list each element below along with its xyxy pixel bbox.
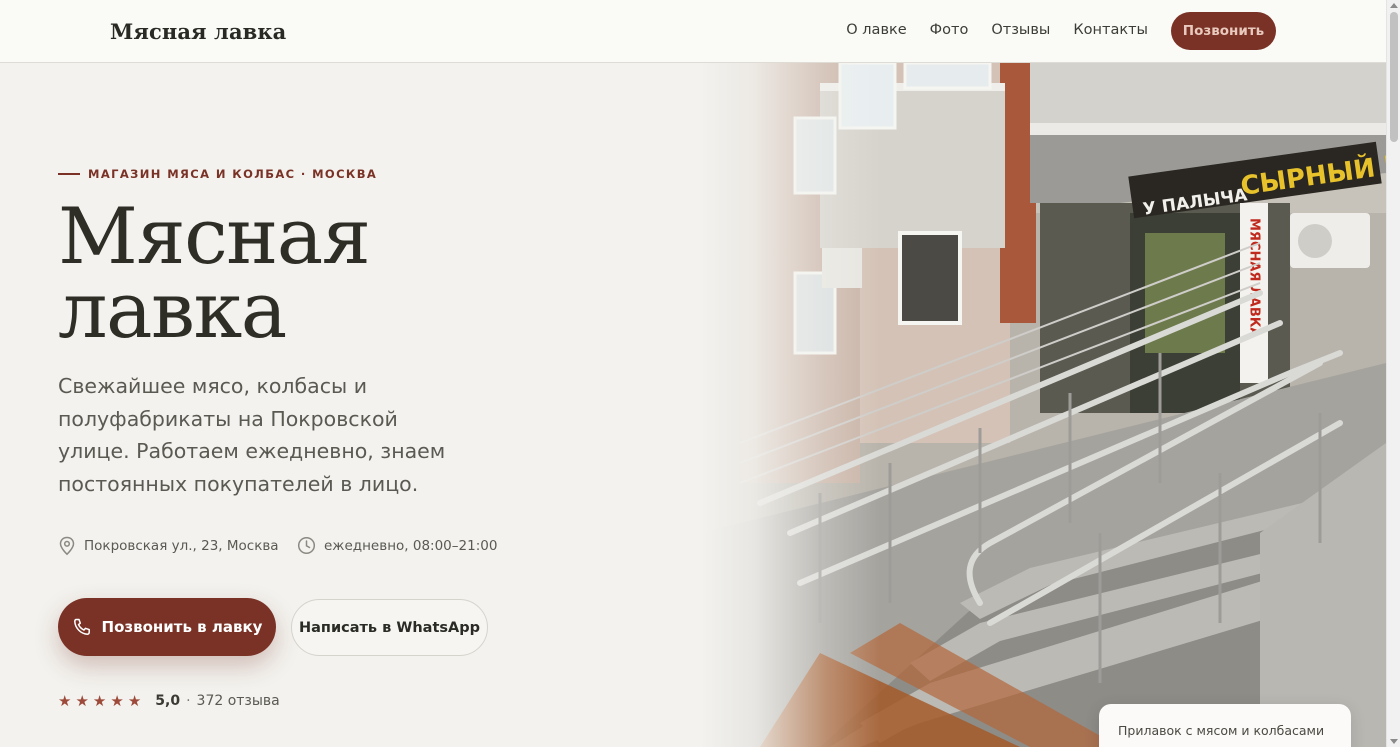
header-call-button[interactable]: Позвонить: [1171, 12, 1276, 50]
nav-link-contacts[interactable]: Контакты: [1073, 22, 1148, 38]
star-icon: ★: [127, 692, 142, 710]
call-shop-button[interactable]: Позвонить в лавку: [58, 598, 276, 656]
brand-logo[interactable]: Мясная лавка: [110, 19, 286, 44]
scrollbar-thumb[interactable]: [1390, 12, 1398, 142]
whatsapp-button[interactable]: Написать в WhatsApp: [291, 599, 488, 656]
call-shop-label: Позвонить в лавку: [101, 618, 263, 636]
hero-title-line1: Мясная: [58, 192, 371, 282]
address-text: Покровская ул., 23, Москва: [84, 538, 279, 554]
hero-title-line2: лавка: [58, 266, 287, 356]
nav-link-about[interactable]: О лавке: [846, 22, 906, 38]
hero-title: Мясная лавка: [58, 192, 371, 356]
storefront-photo: СЫРНЫЙ РЯД У ПАЛЫЧА МЯСНАЯ ЛАВКА: [700, 63, 1386, 747]
hero-lead: Свежайшее мясо, колбасы и полуфабрикаты …: [58, 374, 446, 496]
rating-summary: ★ ★ ★ ★ ★ 5,0 · 372 отзыва: [58, 692, 280, 710]
sign-vertical: МЯСНАЯ ЛАВКА: [1247, 218, 1262, 337]
phone-icon: [73, 618, 90, 635]
main-nav: О лавке Фото Отзывы Контакты: [846, 22, 1148, 38]
map-pin-icon: [59, 536, 75, 556]
page-scrollbar[interactable]: [1386, 0, 1400, 747]
star-icon: ★: [75, 692, 89, 710]
scroll-up-arrow-icon[interactable]: [1390, 3, 1398, 8]
hours-text: ежедневно, 08:00–21:00: [324, 537, 498, 554]
hero-eyebrow: МАГАЗИН МЯСА И КОЛБАС · МОСКВА: [58, 167, 377, 181]
rating-stars: ★ ★ ★ ★ ★: [58, 692, 141, 710]
hours-info: ежедневно, 08:00–21:00: [297, 536, 497, 555]
site-header: Мясная лавка О лавке Фото Отзывы Контакт…: [0, 0, 1386, 63]
photo-caption-card: Прилавок с мясом и колбасами в: [1099, 704, 1351, 747]
star-icon: ★: [92, 692, 107, 710]
review-count[interactable]: 372 отзыва: [197, 693, 280, 709]
eyebrow-text: МАГАЗИН МЯСА И КОЛБАС · МОСКВА: [88, 167, 378, 181]
nav-link-photos[interactable]: Фото: [930, 22, 969, 38]
address-info: Покровская ул., 23, Москва: [58, 536, 279, 556]
nav-link-reviews[interactable]: Отзывы: [991, 22, 1050, 38]
eyebrow-line: [58, 173, 80, 175]
scroll-down-arrow-icon[interactable]: [1390, 739, 1398, 744]
star-icon: ★: [110, 692, 124, 710]
photo-caption-text: Прилавок с мясом и колбасами в: [1118, 723, 1325, 747]
clock-icon: [297, 536, 316, 555]
photo-gradient-overlay: [700, 63, 880, 747]
star-icon: ★: [58, 692, 72, 710]
rating-separator: ·: [186, 693, 191, 709]
rating-value: 5,0: [155, 693, 181, 709]
